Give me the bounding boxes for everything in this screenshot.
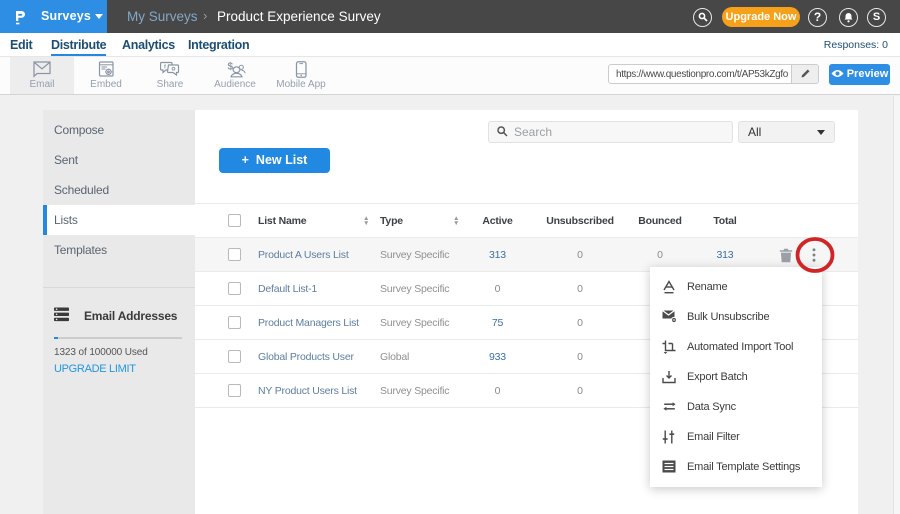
- svg-text:$: $: [227, 62, 233, 73]
- svg-text:f: f: [164, 65, 166, 71]
